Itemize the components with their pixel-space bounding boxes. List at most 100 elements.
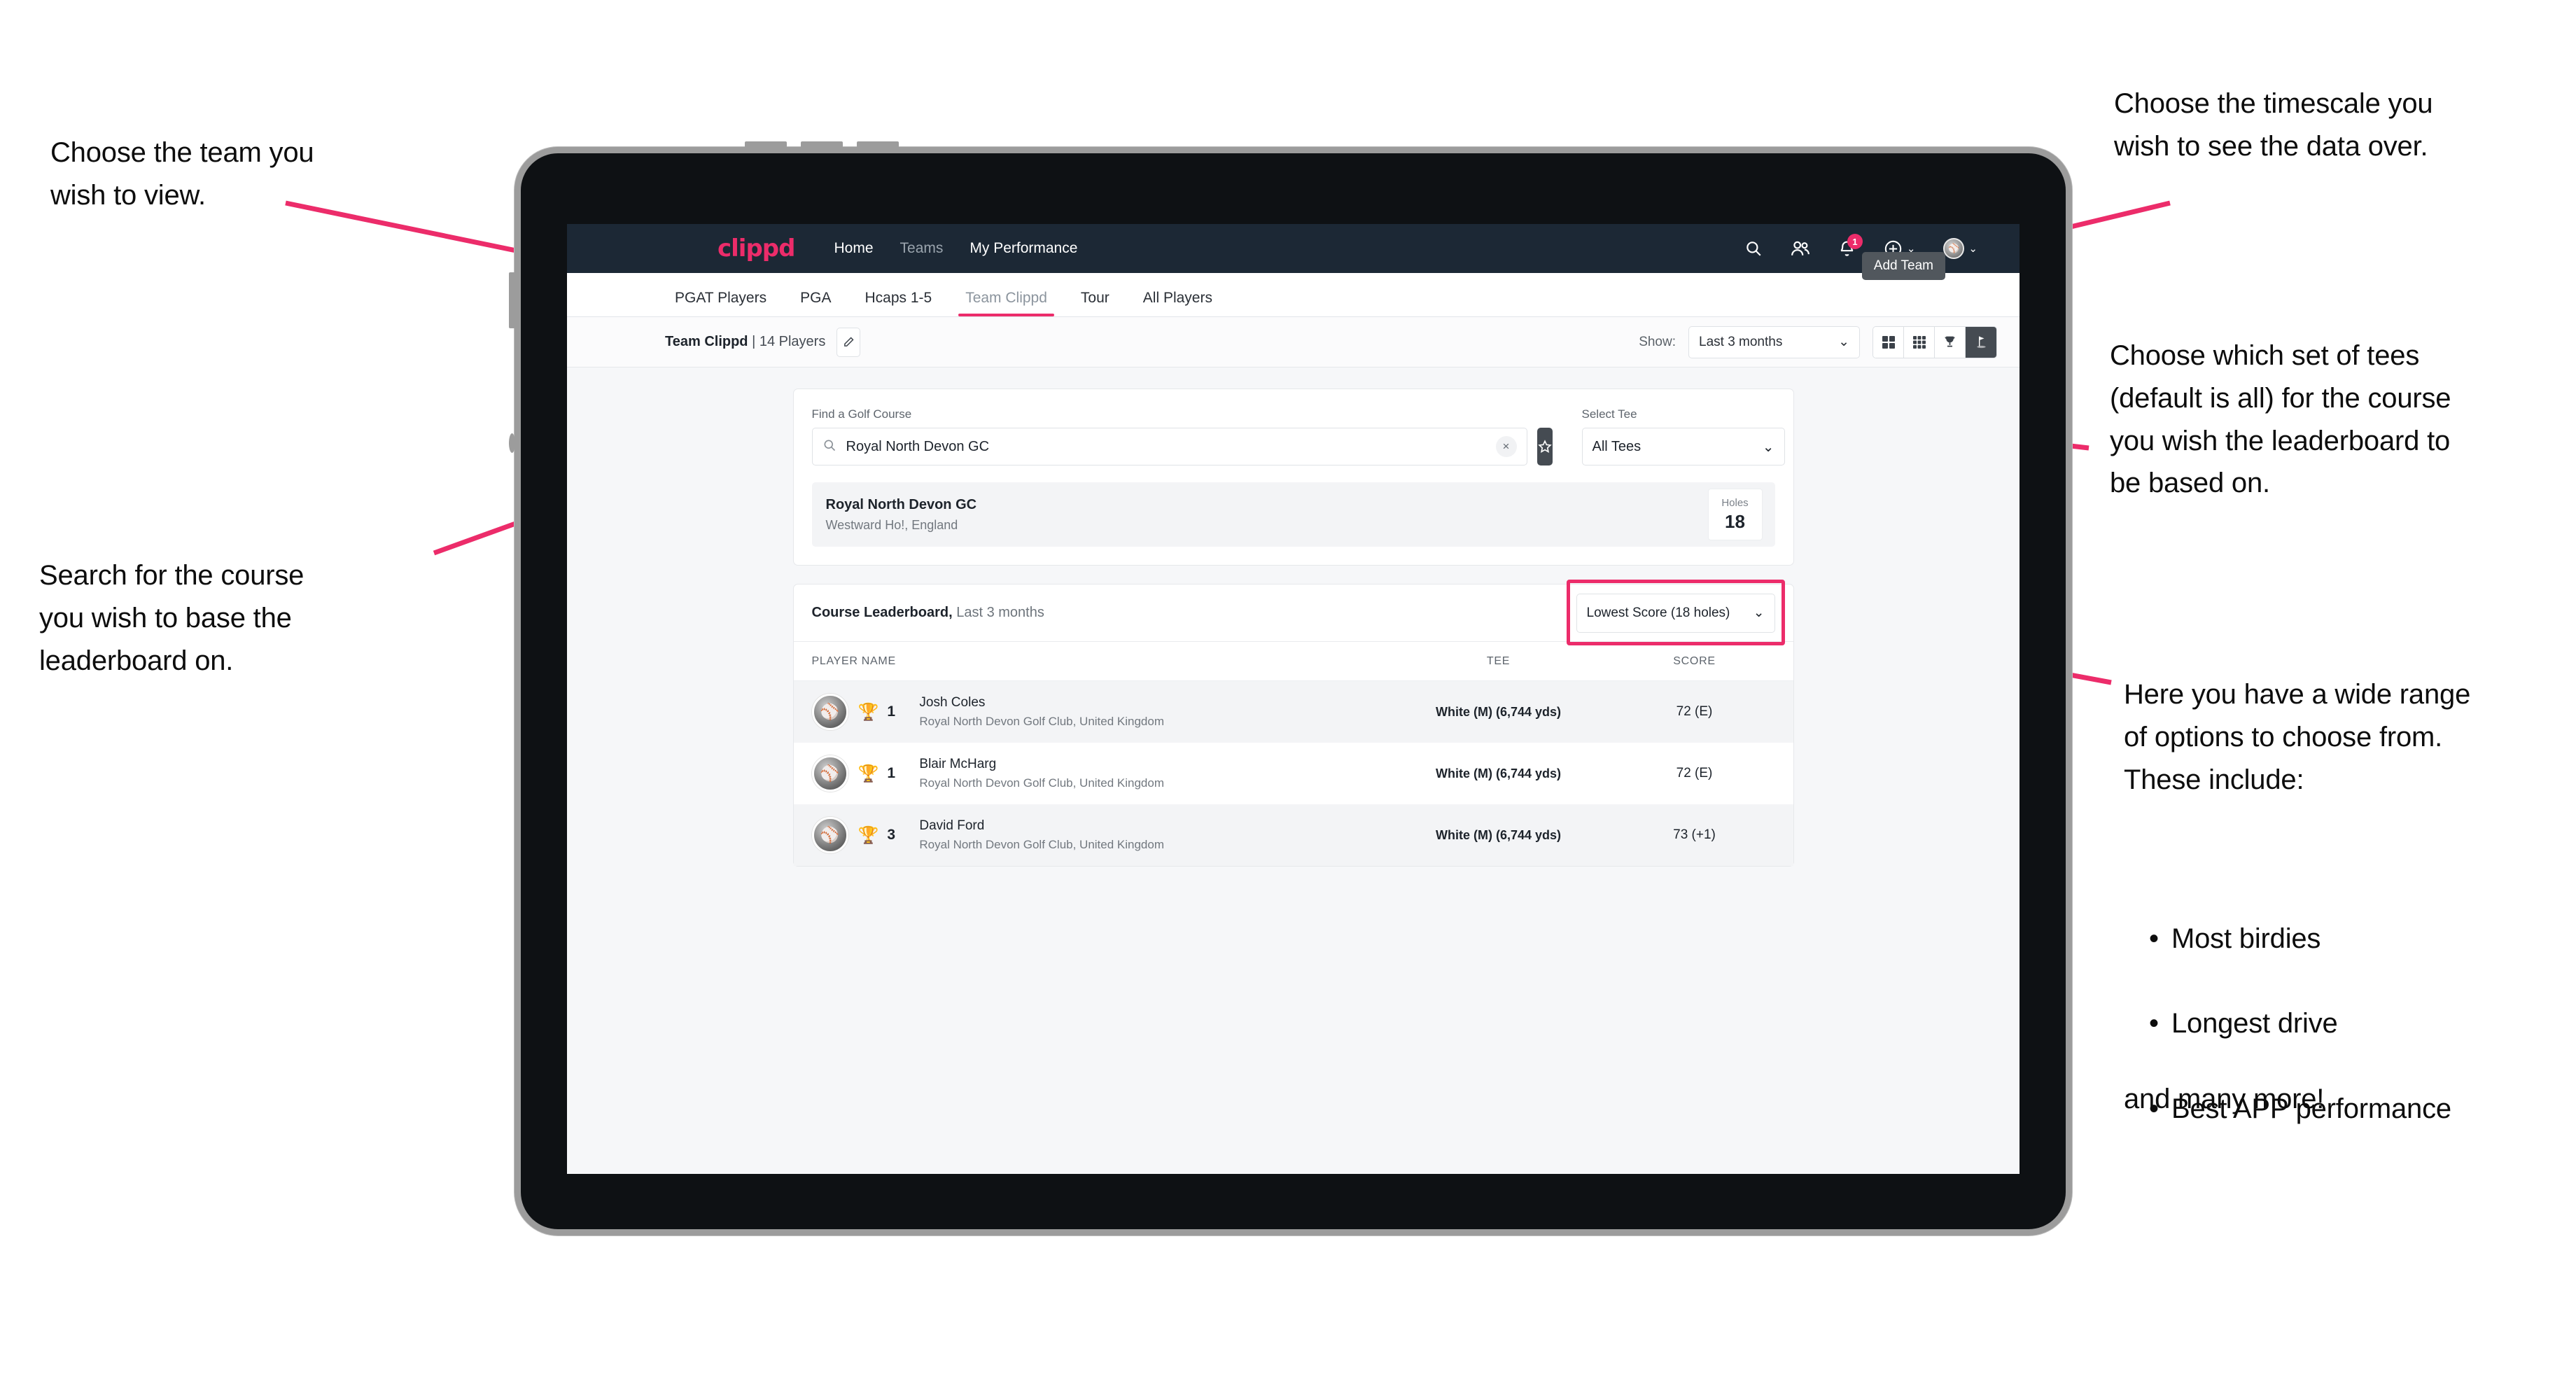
app-screen: clippd Home Teams My Performance 1 ⌄ ⚾ ⌄… xyxy=(567,224,2019,1174)
column-score: SCORE xyxy=(1673,654,1716,667)
nav-link-my-performance[interactable]: My Performance xyxy=(969,240,1077,257)
player-club: Royal North Devon Golf Club, United King… xyxy=(919,715,1165,728)
tab-all-players[interactable]: All Players xyxy=(1133,290,1222,316)
people-icon[interactable] xyxy=(1791,239,1810,258)
player-cell: ⚾ 🏆 3 David Ford Royal North Devon Golf … xyxy=(811,817,1383,853)
player-cell: ⚾ 🏆 1 Blair McHarg Royal North Devon Gol… xyxy=(811,755,1383,792)
tab-team-clippd[interactable]: Team Clippd xyxy=(955,290,1057,316)
player-club: Royal North Devon Golf Club, United King… xyxy=(919,776,1165,790)
tee-select-value: All Tees xyxy=(1592,438,1642,454)
chevron-down-icon[interactable]: ⌄ xyxy=(1968,242,1977,255)
chevron-down-icon: ⌄ xyxy=(1838,335,1849,349)
trophy-icon: 🏆 xyxy=(858,825,879,845)
tee-field-label: Select Tee xyxy=(1581,407,1637,421)
player-score: 73 (+1) xyxy=(1673,827,1716,842)
tablet-button-top-2 xyxy=(801,141,843,148)
clippd-logo[interactable]: clippd xyxy=(718,234,795,262)
team-tabs-bar: PGAT Players PGA Hcaps 1-5 Team Clippd T… xyxy=(567,252,2019,317)
leaderboard-title-main: Course Leaderboard, xyxy=(811,605,953,620)
leaderboard-title-sub: Last 3 months xyxy=(952,605,1044,620)
holes-badge: Holes 18 xyxy=(1707,489,1763,540)
nav-link-teams[interactable]: Teams xyxy=(900,240,944,257)
course-field-label: Find a Golf Course xyxy=(811,407,912,421)
player-rank: 3 xyxy=(887,827,896,843)
chevron-down-icon: ⌄ xyxy=(1762,439,1774,455)
tab-hcaps-1-5[interactable]: Hcaps 1-5 xyxy=(855,290,941,316)
player-text: Blair McHarg Royal North Devon Golf Club… xyxy=(919,757,1164,790)
notification-badge: 1 xyxy=(1847,234,1863,249)
avatar[interactable]: ⚾ ⌄ xyxy=(1943,238,1977,259)
course-search-card: Find a Golf Course Royal North Devon GC … xyxy=(792,388,1794,566)
toolbar-right: Show: Last 3 months ⌄ xyxy=(1639,326,1997,358)
star-icon[interactable] xyxy=(1536,428,1553,465)
avatar: ⚾ xyxy=(811,755,848,792)
period-value: Last 3 months xyxy=(1699,334,1783,349)
avatar-image: ⚾ xyxy=(1943,238,1965,259)
leaderboard-title: Course Leaderboard, Last 3 months xyxy=(812,605,1044,621)
player-name: Josh Coles xyxy=(919,695,986,710)
avatar: ⚾ xyxy=(811,817,848,853)
search-icon[interactable] xyxy=(1744,239,1763,258)
tablet-button-side xyxy=(509,272,515,328)
metric-select[interactable]: Lowest Score (18 holes) ⌄ xyxy=(1576,593,1775,633)
nav-link-home[interactable]: Home xyxy=(834,240,873,257)
tab-tour[interactable]: Tour xyxy=(1071,290,1119,316)
course-result-name: Royal North Devon GC xyxy=(825,496,977,512)
team-toolbar: Team Clippd | 14 Players Show: Last 3 mo… xyxy=(567,317,2019,368)
grid-9-view-button[interactable] xyxy=(1904,326,1935,358)
view-toggle-group xyxy=(1872,326,1997,358)
tablet-camera xyxy=(509,433,515,453)
leaderboard-header: Course Leaderboard, Last 3 months Lowest… xyxy=(793,579,1793,645)
search-input-value: Royal North Devon GC xyxy=(846,438,990,454)
table-row[interactable]: ⚾ 🏆 1 Josh Coles Royal North Devon Golf … xyxy=(793,681,1793,743)
show-label: Show: xyxy=(1639,334,1676,349)
trophy-icon: 🏆 xyxy=(858,764,879,783)
search-input[interactable]: Royal North Devon GC × xyxy=(811,428,1527,465)
course-result-text: Royal North Devon GC Westward Ho!, Engla… xyxy=(826,497,977,533)
column-player-name: PLAYER NAME xyxy=(811,654,896,667)
table-row[interactable]: ⚾ 🏆 3 David Ford Royal North Devon Golf … xyxy=(793,804,1793,866)
player-tee: White (M) (6,744 yds) xyxy=(1435,704,1562,719)
add-team-tooltip: Add Team xyxy=(1861,252,1945,280)
team-name: Team Clippd xyxy=(665,334,748,349)
metric-select-wrapper: Lowest Score (18 holes) ⌄ xyxy=(1566,579,1785,645)
table-row[interactable]: ⚾ 🏆 1 Blair McHarg Royal North Devon Gol… xyxy=(794,743,1793,804)
course-leaderboard-card: Course Leaderboard, Last 3 months Lowest… xyxy=(792,579,1794,867)
course-field: Find a Golf Course Royal North Devon GC … xyxy=(811,407,1527,465)
player-text: David Ford Royal North Devon Golf Club, … xyxy=(919,818,1164,852)
course-result-location: Westward Ho!, England xyxy=(825,517,958,532)
team-player-count: | 14 Players xyxy=(748,334,826,349)
trophy-view-button[interactable] xyxy=(1935,326,1966,358)
grid-4-view-button[interactable] xyxy=(1873,326,1904,358)
metric-select-value: Lowest Score (18 holes) xyxy=(1586,605,1730,620)
period-select[interactable]: Last 3 months ⌄ xyxy=(1688,326,1860,358)
player-text: Josh Coles Royal North Devon Golf Club, … xyxy=(919,695,1164,729)
search-icon xyxy=(822,438,836,456)
tab-pgat-players[interactable]: PGAT Players xyxy=(665,290,776,316)
player-score: 72 (E) xyxy=(1676,766,1713,780)
player-tee: White (M) (6,744 yds) xyxy=(1435,766,1562,780)
course-result-row[interactable]: Royal North Devon GC Westward Ho!, Engla… xyxy=(811,482,1775,547)
holes-label: Holes xyxy=(1721,496,1749,509)
avatar: ⚾ xyxy=(811,694,848,730)
player-rank: 1 xyxy=(887,704,896,720)
player-club: Royal North Devon Golf Club, United King… xyxy=(919,838,1165,851)
player-tee: White (M) (6,744 yds) xyxy=(1435,827,1562,842)
tablet-button-top-1 xyxy=(745,141,787,148)
trophy-icon: 🏆 xyxy=(858,702,879,722)
column-tee: TEE xyxy=(1486,654,1511,667)
pencil-icon[interactable] xyxy=(836,327,861,357)
course-flag-view-button[interactable] xyxy=(1966,326,1996,358)
player-score: 72 (E) xyxy=(1676,704,1713,719)
holes-value: 18 xyxy=(1725,510,1745,532)
player-cell: ⚾ 🏆 1 Josh Coles Royal North Devon Golf … xyxy=(811,694,1383,730)
tab-pga[interactable]: PGA xyxy=(790,290,841,316)
leaderboard-column-headers: PLAYER NAME TEE SCORE xyxy=(793,642,1793,681)
close-icon[interactable]: × xyxy=(1495,436,1517,457)
tee-select[interactable]: All Tees ⌄ xyxy=(1581,428,1785,465)
player-rank: 1 xyxy=(887,765,896,781)
player-name: Blair McHarg xyxy=(919,757,997,771)
bell-icon[interactable]: 1 xyxy=(1838,234,1863,258)
chevron-down-icon: ⌄ xyxy=(1753,606,1765,620)
page-content: Find a Golf Course Royal North Devon GC … xyxy=(567,368,2019,867)
